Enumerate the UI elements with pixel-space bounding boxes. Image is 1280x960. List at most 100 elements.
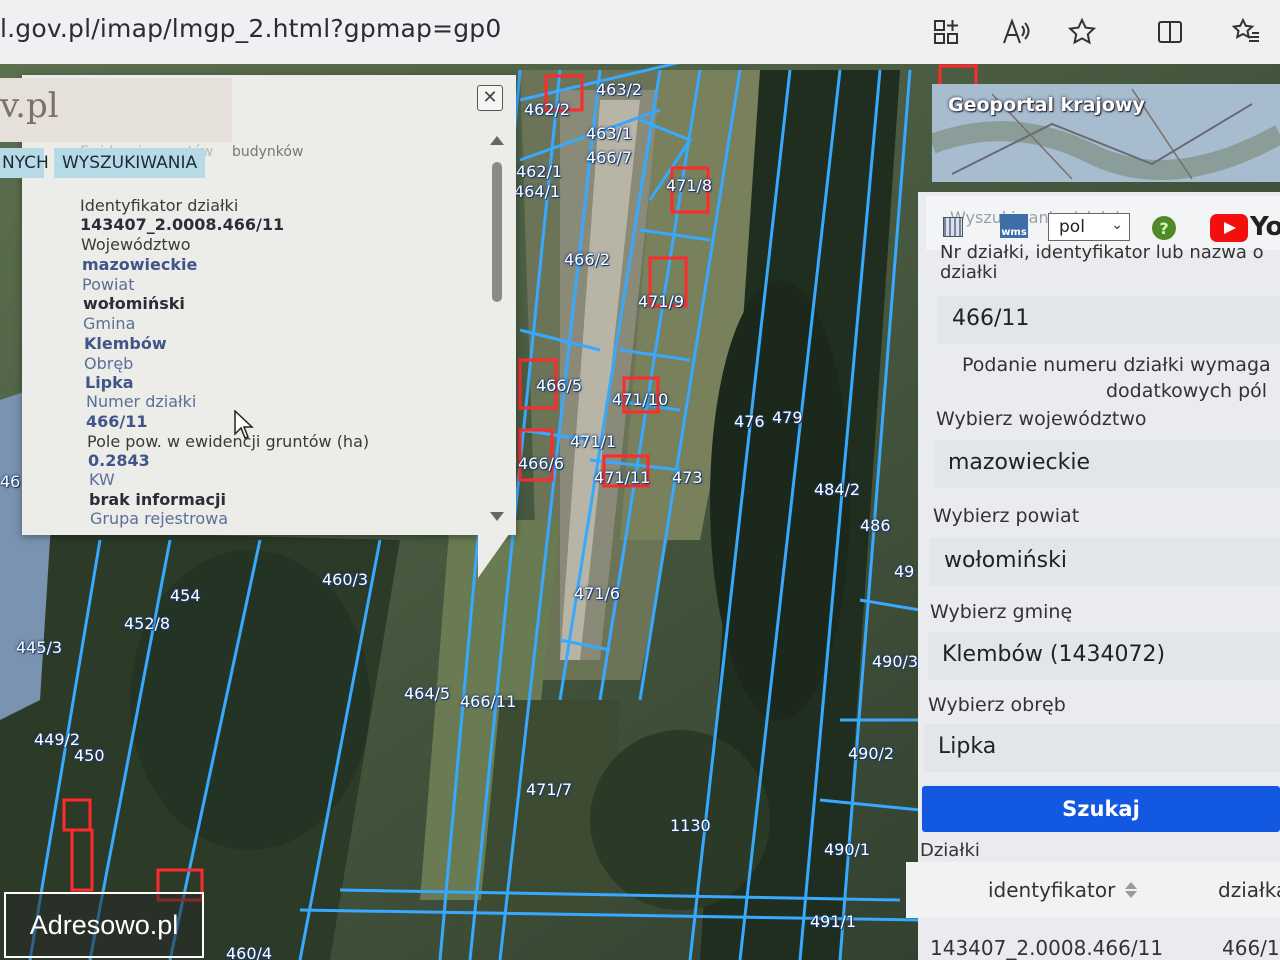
precinct-select[interactable]: Lipka [924, 724, 1280, 772]
tab-budynkow-faded: budynków [232, 144, 304, 160]
plot-label: 466/11 [460, 692, 517, 711]
attr-label-kw: KW [89, 470, 115, 489]
plot-label: 490/3 [872, 652, 919, 671]
site-logo-text: v.pl [0, 86, 59, 126]
plot-label: 445/3 [16, 638, 63, 657]
search-hint-2: działki [940, 262, 998, 283]
precinct-label: Wybierz obręb [928, 694, 1066, 716]
tab-wyszukiwania[interactable]: WYSZUKIWANIA [54, 148, 206, 178]
attr-label-commune: Gmina [83, 314, 136, 333]
plot-label: 452/8 [124, 614, 171, 633]
popup-pointer [478, 530, 512, 578]
commune-label: Wybierz gminę [930, 601, 1073, 623]
attr-value-commune: Klembów [84, 334, 167, 353]
result-row-identifier[interactable]: 143407_2.0008.466/11 [930, 936, 1163, 960]
plot-label: 476 [734, 412, 765, 431]
results-title: Działki [920, 840, 980, 861]
favorite-star-icon[interactable] [1064, 14, 1100, 50]
attr-value-plot-number: 466/11 [86, 412, 148, 431]
plot-label: 471/1 [570, 432, 617, 451]
split-screen-icon[interactable] [1152, 14, 1188, 50]
plot-label: 466/7 [586, 148, 633, 167]
plot-label: 471/11 [594, 468, 651, 487]
attr-value-precinct: Lipka [85, 373, 134, 392]
attr-label-register-group: Grupa rejestrowa [90, 509, 229, 528]
column-identifier[interactable]: identyfikator [988, 878, 1115, 902]
plot-label: 463/1 [586, 124, 633, 143]
plot-label: 471/10 [612, 390, 669, 409]
county-label: Wybierz powiat [933, 505, 1080, 527]
search-hint: Nr działki, identyfikator lub nazwa o [940, 242, 1264, 263]
voivodeship-label: Wybierz województwo [936, 408, 1147, 430]
help-icon[interactable]: ? [1152, 216, 1176, 240]
plot-label: 463/2 [596, 80, 643, 99]
mouse-cursor-icon [234, 410, 254, 439]
notice-line-1: Podanie numeru działki wymaga [962, 354, 1271, 376]
plot-label: 473 [672, 468, 703, 487]
plot-label: 466/6 [518, 454, 565, 473]
plot-label: 490/1 [824, 840, 871, 859]
result-row-plot[interactable]: 466/1 [1222, 936, 1280, 960]
geoportal-title[interactable]: Geoportal krajowy [948, 94, 1145, 116]
plot-label: 460/4 [226, 944, 273, 960]
read-aloud-icon[interactable] [998, 14, 1034, 50]
attr-label-area: Pole pow. w ewidencji gruntów (ha) [87, 432, 370, 451]
voivodeship-select[interactable]: mazowieckie [934, 440, 1280, 488]
close-popup-button[interactable]: ✕ [477, 85, 503, 111]
plot-label: 462/2 [524, 100, 571, 119]
plot-label: 1130 [670, 816, 711, 835]
chevron-down-icon: ⌄ [1111, 217, 1123, 233]
plot-label: 491/1 [810, 912, 857, 931]
popup-scrollbar[interactable] [492, 162, 502, 302]
county-select[interactable]: wołomiński [930, 538, 1280, 586]
plot-label: 464/1 [514, 182, 561, 201]
scroll-up-arrow-icon[interactable] [490, 136, 504, 145]
language-select[interactable]: pol ⌄ [1048, 213, 1130, 241]
watermark: Adresowo.pl [4, 892, 204, 958]
plot-label: 471/6 [574, 584, 621, 603]
attr-value-county: wołomiński [83, 294, 185, 313]
plot-label: 49 [894, 562, 915, 581]
plot-label: 46 [0, 472, 21, 491]
grid-icon[interactable] [943, 217, 963, 237]
plot-label: 484/2 [814, 480, 861, 499]
favorites-list-icon[interactable] [1228, 14, 1264, 50]
plot-label: 464/5 [404, 684, 451, 703]
plot-search-input[interactable]: 466/11 [938, 296, 1280, 344]
plot-label: 471/7 [526, 780, 573, 799]
close-icon: ✕ [482, 87, 498, 108]
plot-label: 450 [74, 746, 105, 765]
browser-toolbar: l.gov.pl/imap/lmgp_2.html?gpmap=gp0 [0, 0, 1280, 65]
site-logo: v.pl [0, 78, 232, 142]
youtube-icon[interactable] [1210, 214, 1248, 242]
wms-icon[interactable]: wms [1000, 214, 1028, 238]
scroll-down-arrow-icon[interactable] [490, 512, 504, 521]
plot-label: 471/8 [666, 176, 713, 195]
plot-label: 471/9 [638, 292, 685, 311]
attr-label-county: Powiat [82, 275, 135, 294]
attr-value-identifier: 143407_2.0008.466/11 [80, 215, 285, 234]
language-value: pol [1059, 217, 1085, 237]
notice-line-2: dodatkowych pól [1106, 380, 1268, 402]
address-bar[interactable]: l.gov.pl/imap/lmgp_2.html?gpmap=gp0 [0, 14, 501, 43]
column-plot[interactable]: działka [1218, 878, 1280, 902]
attr-value-voivodeship: mazowieckie [82, 255, 198, 274]
apps-icon[interactable] [928, 14, 964, 50]
attr-label-precinct: Obręb [84, 354, 134, 373]
attr-value-kw: brak informacji [89, 490, 226, 509]
sort-icon[interactable] [1124, 880, 1138, 900]
plot-label: 460/3 [322, 570, 369, 589]
plot-label: 479 [772, 408, 803, 427]
attr-label-voivodeship: Województwo [81, 235, 191, 254]
plot-label: 490/2 [848, 744, 895, 763]
plot-label: 466/5 [536, 376, 583, 395]
youtube-text[interactable]: You [1250, 212, 1280, 242]
search-button[interactable]: Szukaj [922, 786, 1280, 832]
plot-label: 466/2 [564, 250, 611, 269]
attr-label-identifier: Identyfikator działki [80, 196, 239, 215]
tab-partial[interactable]: NYCH [0, 148, 49, 178]
commune-select[interactable]: Klembów (1434072) [928, 632, 1280, 680]
plot-label: 454 [170, 586, 201, 605]
plot-label: 486 [860, 516, 891, 535]
attr-value-area: 0.2843 [88, 451, 150, 470]
